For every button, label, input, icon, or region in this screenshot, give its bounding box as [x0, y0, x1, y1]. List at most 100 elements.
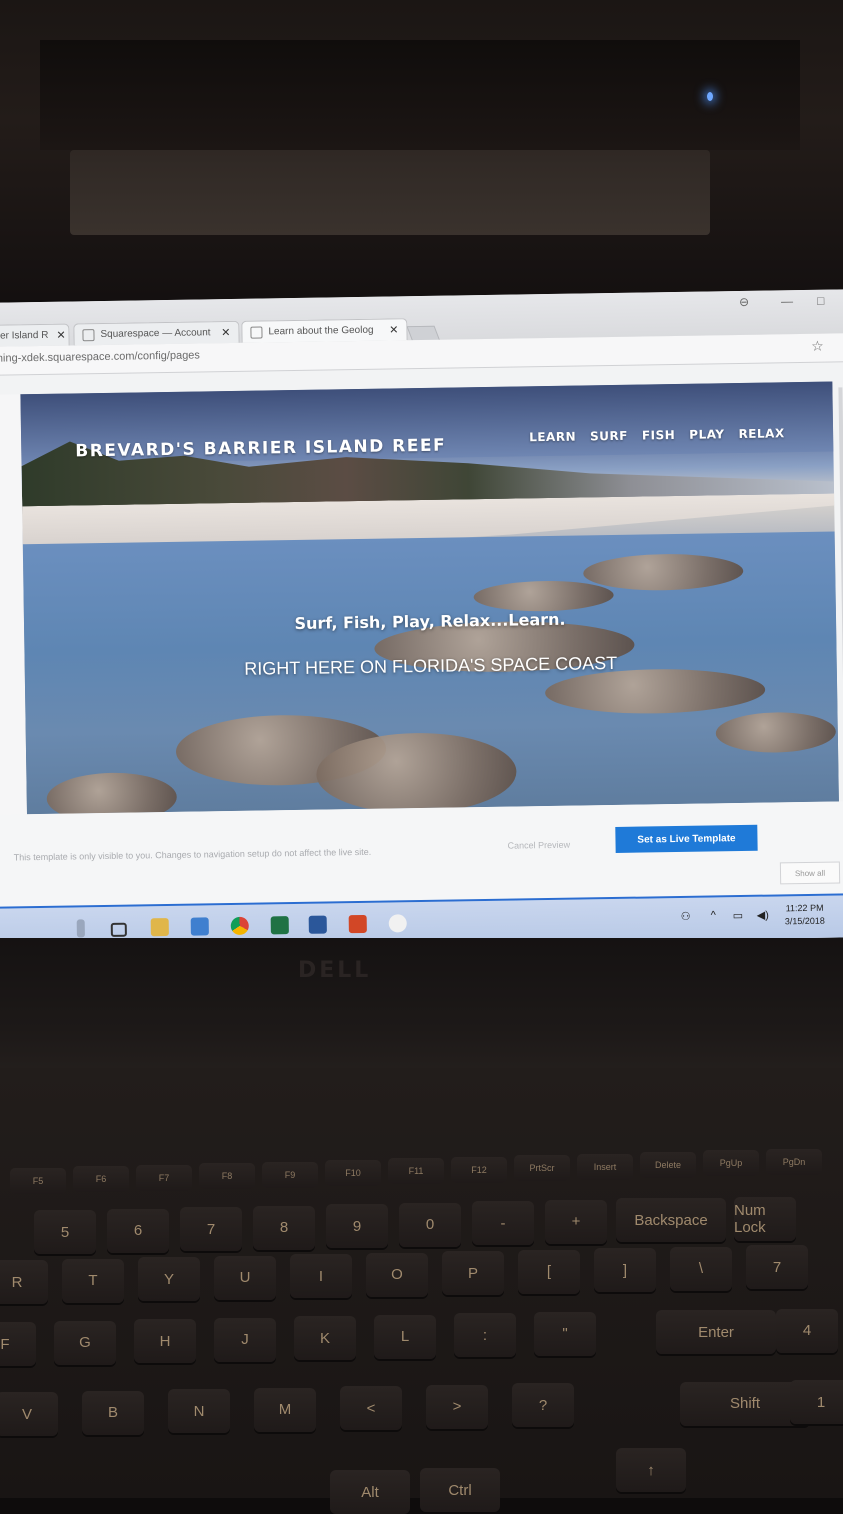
close-icon[interactable]: ✕ [48, 329, 65, 342]
key-f8[interactable]: F8 [199, 1163, 255, 1190]
key-prtscr[interactable]: PrtScr [514, 1155, 570, 1182]
system-clock[interactable]: 11:22 PM 3/15/2018 [784, 902, 825, 929]
nav-learn[interactable]: LEARN [529, 430, 576, 445]
key-f7[interactable]: F7 [136, 1164, 192, 1191]
scrollbar[interactable] [838, 387, 843, 788]
template-notice: This template is only visible to you. Ch… [13, 846, 372, 863]
minimize-icon[interactable]: — [781, 294, 793, 308]
key-0[interactable]: 0 [399, 1202, 461, 1247]
key--[interactable]: - [472, 1201, 534, 1245]
key-5[interactable]: 5 [34, 1210, 96, 1254]
key-t[interactable]: T [62, 1258, 124, 1303]
key-k[interactable]: K [294, 1316, 356, 1360]
key-p[interactable]: P [442, 1251, 504, 1295]
powerpoint-icon[interactable] [348, 914, 367, 934]
key-sym-8[interactable]: ] [594, 1248, 656, 1292]
tab-learn-geology[interactable]: Learn about the Geolog ✕ [241, 318, 408, 343]
key-m[interactable]: M [254, 1387, 316, 1432]
key-n[interactable]: N [168, 1389, 230, 1433]
tab-squarespace-account[interactable]: Squarespace — Account ✕ [73, 320, 240, 346]
key-l[interactable]: L [374, 1314, 436, 1359]
maximize-icon[interactable]: □ [817, 294, 824, 308]
chevron-up-icon[interactable]: ^ [711, 909, 716, 921]
file-explorer-icon[interactable] [150, 918, 169, 937]
key-pgdn[interactable]: PgDn [766, 1148, 822, 1175]
key-o[interactable]: O [366, 1252, 428, 1297]
key-1[interactable]: 1 [790, 1380, 843, 1424]
key-backspace[interactable]: Backspace [616, 1198, 726, 1242]
key-sym-6[interactable]: ? [512, 1383, 574, 1427]
nav-relax[interactable]: RELAX [738, 426, 784, 441]
cancel-preview-link[interactable]: Cancel Preview [507, 840, 570, 851]
monitor-screen: rier Island R ✕ Squarespace — Account ✕ … [0, 289, 843, 951]
key-f[interactable]: F [0, 1322, 36, 1366]
key-f9[interactable]: F9 [262, 1161, 318, 1188]
chrome-icon[interactable] [230, 916, 249, 936]
key-sym-6[interactable]: : [454, 1313, 516, 1357]
paint-icon[interactable] [388, 914, 407, 933]
key-6[interactable]: 6 [107, 1208, 169, 1253]
profile-icon[interactable]: ⊖ [739, 295, 749, 309]
key-v[interactable]: V [0, 1392, 58, 1436]
key-g[interactable]: G [54, 1320, 116, 1365]
key-4[interactable]: 4 [776, 1308, 838, 1353]
key-i[interactable]: I [290, 1254, 352, 1298]
key-h[interactable]: H [134, 1319, 196, 1363]
people-icon[interactable]: ⚇ [681, 910, 691, 923]
key-f11[interactable]: F11 [388, 1158, 444, 1185]
page-icon [250, 325, 263, 339]
key-f12[interactable]: F12 [451, 1156, 507, 1183]
nav-play[interactable]: PLAY [689, 427, 724, 442]
close-icon[interactable]: ✕ [213, 326, 230, 339]
key-8[interactable]: 8 [253, 1205, 315, 1250]
key-f10[interactable]: F10 [325, 1160, 381, 1186]
key-u[interactable]: U [214, 1255, 276, 1300]
key-sym-10[interactable]: 7 [746, 1245, 808, 1289]
key-y[interactable]: Y [138, 1257, 200, 1301]
laptop-bezel [0, 938, 843, 1068]
key-sym-4[interactable]: < [340, 1386, 402, 1430]
close-icon[interactable]: ✕ [381, 323, 398, 336]
key-9[interactable]: 9 [326, 1204, 388, 1248]
tab-label: Learn about the Geolog [268, 324, 374, 338]
battery-icon[interactable]: ▭ [733, 909, 744, 922]
key-sym-7[interactable]: " [534, 1311, 596, 1356]
dell-logo: DELL [298, 958, 372, 983]
key-f5[interactable]: F5 [10, 1168, 66, 1194]
key-delete[interactable]: Delete [640, 1152, 696, 1178]
key-enter[interactable]: Enter [656, 1310, 776, 1354]
url-text[interactable]: ming-xdek.squarespace.com/config/pages [0, 349, 200, 364]
microphone-icon[interactable] [76, 919, 85, 938]
key-insert[interactable]: Insert [577, 1153, 633, 1180]
clock-time: 11:22 PM [785, 902, 824, 914]
bookmark-star-icon[interactable]: ☆ [811, 338, 824, 355]
key-sym-5[interactable]: > [426, 1384, 488, 1429]
word-icon[interactable] [308, 915, 327, 934]
excel-icon[interactable] [270, 916, 289, 935]
key-pgup[interactable]: PgUp [703, 1150, 759, 1177]
key-arrow-up[interactable]: ↑ [616, 1448, 686, 1492]
key-r[interactable]: R [0, 1260, 48, 1304]
show-all-button[interactable]: Show all [779, 861, 841, 885]
tab-label: rier Island R [0, 329, 49, 342]
key-alt[interactable]: Alt [330, 1470, 410, 1514]
key-+[interactable]: + [545, 1199, 607, 1244]
squarespace-icon [82, 328, 95, 341]
key-f6[interactable]: F6 [73, 1166, 129, 1193]
key-b[interactable]: B [82, 1390, 144, 1435]
set-live-template-button[interactable]: Set as Live Template [615, 824, 758, 853]
key-ctrl[interactable]: Ctrl [420, 1468, 500, 1512]
task-view-icon[interactable] [110, 922, 127, 937]
volume-icon[interactable]: ◀) [757, 909, 769, 922]
nav-fish[interactable]: FISH [642, 428, 676, 443]
store-icon[interactable] [190, 917, 209, 936]
nav-surf[interactable]: SURF [590, 429, 628, 444]
key-sym-7[interactable]: [ [518, 1249, 580, 1294]
tab-label: Squarespace — Account [100, 327, 211, 341]
key-sym-9[interactable]: \ [670, 1246, 732, 1291]
shelf [40, 40, 800, 150]
tab-barrier-island[interactable]: rier Island R ✕ [0, 323, 70, 347]
key-j[interactable]: J [214, 1317, 276, 1362]
key-7[interactable]: 7 [180, 1207, 242, 1251]
key-num-lock[interactable]: Num Lock [734, 1196, 796, 1241]
